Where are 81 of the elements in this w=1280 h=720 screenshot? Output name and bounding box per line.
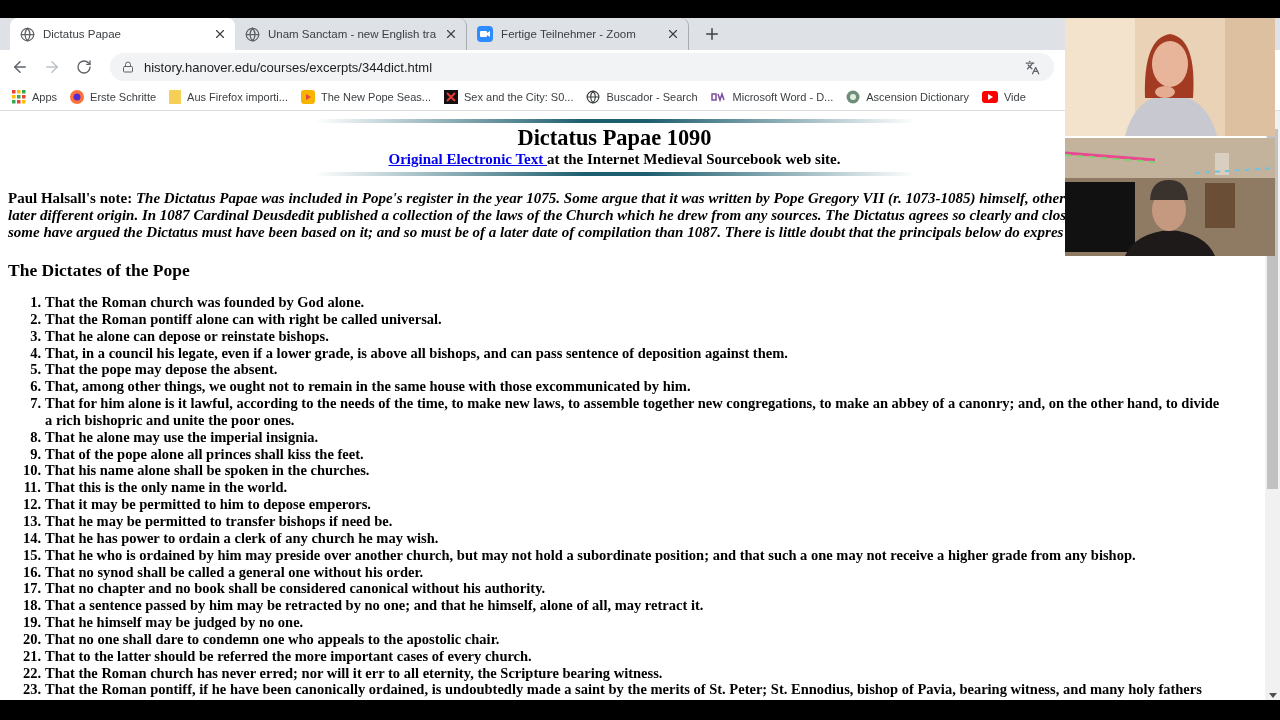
- list-item-text: That, among other things, we ought not to remain in the same house with those excommunicated by him.: [45, 378, 692, 396]
- item-number: 5.: [29, 361, 42, 379]
- item-number: 10.: [21, 462, 42, 480]
- list-item-text: That the Roman pontiff, if he have been canonically ordained, is undoubtedly made a saint by the merits of St. Peter; St. Ennodius, bishop of Pavia, bearing witness, and many holy fathers: [45, 681, 1203, 699]
- list-item-text: That he has power to ordain a clerk of any church he may wish.: [45, 529, 440, 547]
- source-link[interactable]: Original Electronic Text: [388, 150, 547, 168]
- list-item-text: That it may be permitted to him to depose emperors.: [45, 496, 372, 513]
- list-item-text: That the Roman church was founded by God alone.: [45, 294, 366, 311]
- bookmark-item[interactable]: Aus Firefox importi...: [169, 90, 288, 104]
- list-item-text: That he who is ordained by him may preside over another church, but may not hold a subordinate position; and that such a one may not receive a higher grade from any bishop.: [45, 546, 1137, 564]
- list-item-text: That his name alone shall be spoken in the churches.: [45, 462, 371, 480]
- item-number: 8.: [29, 428, 42, 446]
- list-item-text: That the Roman pontiff alone can with right be called universal.: [45, 310, 443, 328]
- section-heading: The Dictates of the Pope: [8, 260, 191, 280]
- reload-button[interactable]: [74, 57, 94, 77]
- monogram-icon: [710, 92, 727, 102]
- bookmark-item[interactable]: Erste Schritte: [70, 90, 157, 104]
- item-number: 18.: [21, 597, 42, 615]
- item-number: 19.: [21, 614, 42, 631]
- play-button-icon: [981, 91, 998, 103]
- item-number: 11.: [22, 479, 42, 497]
- item-number: 6.: [29, 378, 42, 396]
- gear-icon: [846, 90, 861, 104]
- list-item-text: That a sentence passed by him may be retracted by no one; and that he himself, alone of all, may retract it.: [45, 597, 705, 615]
- item-number: 22.: [21, 664, 42, 682]
- list-item-text: That he may be permitted to transfer bishops if need be.: [45, 512, 394, 530]
- translate-icon[interactable]: [1025, 59, 1040, 75]
- note-text: The Dictatus Papae was included in Pope's register in the year 1075. Some argue that it was written by Pope Gregory VII (r. 1073-1085) himself, other: [135, 190, 1066, 206]
- browser-tab[interactable]: Dictatus Papae: [10, 18, 235, 50]
- bookmark-item[interactable]: Apps: [12, 90, 58, 104]
- item-number: 4.: [29, 344, 42, 362]
- list-item-text: That for him alone is it lawful, according to the needs of the time, to make new laws, to assemble together new congregations, to make an abbey of a canonry; and, on the other hand, to divide a rich bishopric and unite the poor ones.: [45, 395, 1221, 429]
- note-text: some have argued the Dictatus must have been based on it; and so must be of a later date of compilation than 1087. There is little doubt that the principals below do expres: [8, 224, 1064, 240]
- list-item-text: That no one shall dare to condemn one who appeals to the apostolic chair.: [45, 630, 501, 648]
- list-item-text: That he alone can depose or reinstate bishops.: [45, 327, 330, 345]
- list-item-text: That, in a council his legate, even if a lower grade, is above all bishops, and can pass sentence of deposition against them.: [45, 344, 789, 362]
- address-bar[interactable]: history.hanover.edu/courses/excerpts/344dict.html: [110, 53, 1054, 81]
- item-number: 15.: [21, 546, 42, 564]
- globe-icon: [586, 90, 601, 104]
- video-camera-icon: [477, 26, 494, 42]
- list-item-text: That he himself may be judged by no one.: [45, 614, 305, 631]
- item-number: 12.: [21, 496, 42, 513]
- bookmark-item[interactable]: The New Pope Seas...: [300, 90, 432, 104]
- lock-icon: [122, 61, 134, 73]
- item-number: 17.: [21, 580, 42, 598]
- source-text: at the Internet Medieval Sourcebook web site.: [547, 150, 841, 168]
- note-label: Paul Halsall's note:: [8, 190, 134, 206]
- x-mark-icon: [444, 90, 459, 104]
- fox-browser-icon: [70, 90, 85, 104]
- item-number: 3.: [29, 327, 42, 345]
- note-text: later different origin. In 1087 Cardinal Deusdedit published a collection of the laws of the Church which he drew from any sources. The Dictatus agrees so clearly and clos: [8, 207, 1067, 223]
- bookmark-item[interactable]: Buscador - Search: [586, 90, 698, 104]
- item-number: 20.: [21, 630, 42, 648]
- list-item-text: That the Roman church has never erred; nor will it err to all eternity, the Scripture bearing witness.: [45, 664, 664, 682]
- globe-icon: [245, 26, 260, 42]
- play-icon: [300, 90, 315, 104]
- globe-icon: [20, 26, 35, 42]
- item-number: 21.: [21, 647, 42, 665]
- bookmark-item[interactable]: Sex and the City: S0...: [444, 90, 574, 104]
- item-number: 13.: [21, 512, 42, 530]
- item-number: 23.: [21, 681, 42, 699]
- item-number: 1.: [29, 294, 42, 311]
- item-number: 7.: [29, 395, 42, 414]
- bookmark-item[interactable]: Vide: [981, 91, 1026, 103]
- bookmark-item[interactable]: Ascension Dictionary: [846, 90, 969, 104]
- close-icon[interactable]: [213, 27, 227, 41]
- list-item-text: That of the pope alone all princes shall kiss the feet.: [45, 445, 365, 463]
- list-item-text: That no synod shall be called a general one without his order.: [45, 563, 425, 581]
- list-item-text: That no chapter and no book shall be considered canonical without his authority.: [45, 580, 547, 598]
- item-number: 2.: [29, 310, 42, 328]
- item-number: 9.: [29, 445, 42, 463]
- page-title: Dictatus Papae 1090: [517, 126, 712, 150]
- list-item-text: That to the latter should be referred the more important cases of every church.: [45, 647, 533, 665]
- item-number: 14.: [21, 529, 42, 547]
- item-number: 16.: [21, 563, 42, 581]
- list-item-text: That the pope may depose the absent.: [45, 361, 279, 379]
- list-item-text: That this is the only name in the world.: [45, 479, 289, 497]
- folder-icon: [169, 90, 182, 104]
- list-item-text: That he alone may use the imperial insignia.: [45, 428, 320, 446]
- bookmark-item[interactable]: Microsoft Word - D...: [710, 91, 834, 103]
- apps-grid-icon: [12, 90, 26, 104]
